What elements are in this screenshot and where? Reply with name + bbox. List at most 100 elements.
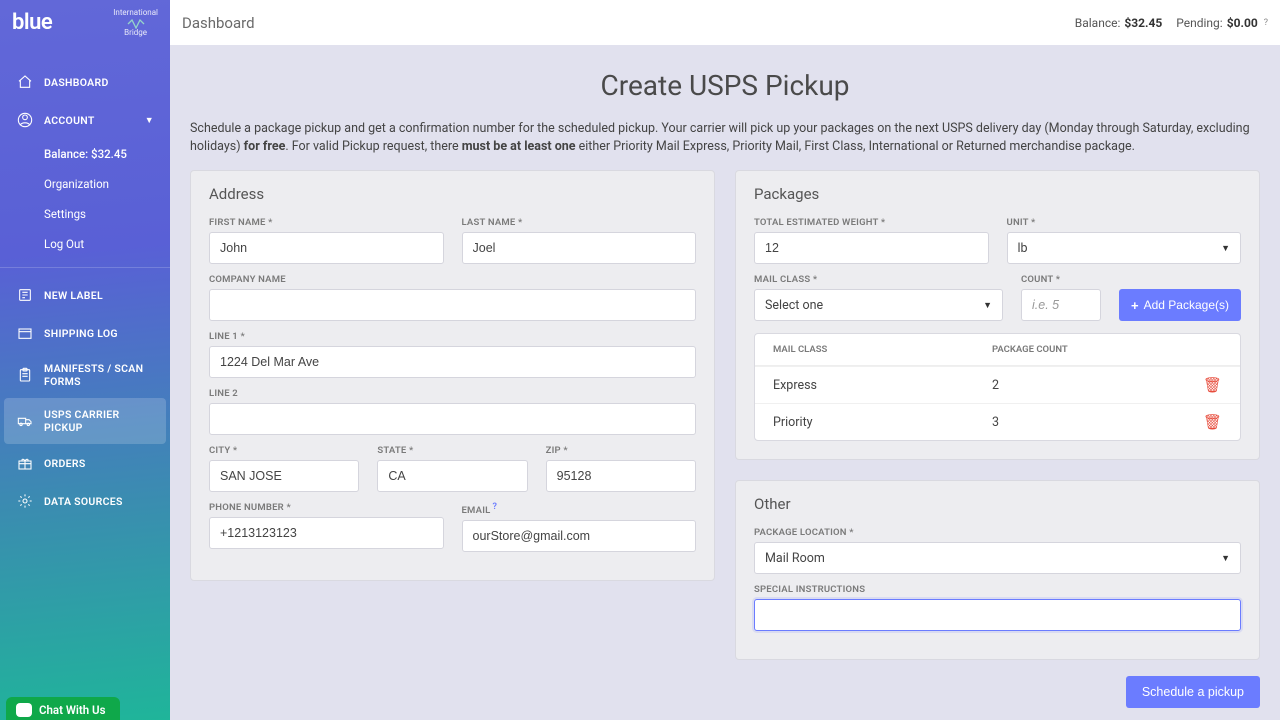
nav-new-label-text: NEW LABEL xyxy=(44,289,103,302)
address-title: Address xyxy=(209,185,696,203)
nav-balance[interactable]: Balance: $32.45 xyxy=(0,139,170,169)
truck-icon xyxy=(16,412,34,430)
clipboard-icon xyxy=(16,366,34,384)
last-name-label: LAST NAME * xyxy=(462,217,697,228)
chat-label: Chat With Us xyxy=(39,703,106,717)
mail-class-select[interactable]: Select one▼ xyxy=(754,289,1003,321)
nav-account-label: ACCOUNT xyxy=(44,114,95,127)
unit-label: UNIT * xyxy=(1007,217,1242,228)
first-name-input[interactable] xyxy=(209,232,444,264)
company-input[interactable] xyxy=(209,289,696,321)
other-card: Other PACKAGE LOCATION * Mail Room▼ SPEC… xyxy=(735,480,1260,660)
topbar: Dashboard Balance: $32.45 Pending: $0.00… xyxy=(170,0,1280,45)
nav: DASHBOARD ACCOUNT ▼ Balance: $32.45 Orga… xyxy=(0,45,170,520)
email-input[interactable] xyxy=(462,520,697,552)
line2-label: LINE 2 xyxy=(209,388,696,399)
city-input[interactable] xyxy=(209,460,359,492)
sidebar: blue International Bridge DASHBOARD ACCO… xyxy=(0,0,170,720)
package-row: Express 2 🗑 xyxy=(755,366,1240,403)
count-input[interactable] xyxy=(1021,289,1101,321)
nav-organization[interactable]: Organization xyxy=(0,169,170,199)
unit-select[interactable]: lb▼ xyxy=(1007,232,1242,264)
brand-badge-bottom: Bridge xyxy=(124,29,147,37)
weight-label: TOTAL ESTIMATED WEIGHT * xyxy=(754,217,989,228)
row-count: 3 xyxy=(992,415,1192,430)
chevron-down-icon: ▼ xyxy=(1221,553,1230,564)
nav-usps-pickup-text: USPS CARRIER PICKUP xyxy=(44,408,154,434)
nav-manifests-text: MANIFESTS / SCAN FORMS xyxy=(44,362,154,388)
brand-badge: International Bridge xyxy=(113,9,158,37)
chevron-down-icon: ▼ xyxy=(983,300,992,311)
main-content: Create USPS Pickup Schedule a package pi… xyxy=(170,45,1280,720)
nav-dashboard-label: DASHBOARD xyxy=(44,76,109,89)
instructions-label: SPECIAL INSTRUCTIONS xyxy=(754,584,1241,595)
page-description: Schedule a package pickup and get a conf… xyxy=(190,120,1260,156)
nav-shipping-log[interactable]: SHIPPING LOG xyxy=(0,314,170,352)
nav-new-label[interactable]: NEW LABEL xyxy=(0,276,170,314)
nav-orders-text: ORDERS xyxy=(44,457,86,470)
nav-settings[interactable]: Settings xyxy=(0,199,170,229)
email-label: EMAIL? xyxy=(462,502,697,516)
row-class: Express xyxy=(773,378,992,393)
other-title: Other xyxy=(754,495,1241,513)
packages-title: Packages xyxy=(754,185,1241,203)
nav-dashboard[interactable]: DASHBOARD xyxy=(0,63,170,101)
page-breadcrumb: Dashboard xyxy=(182,14,255,32)
row-count: 2 xyxy=(992,378,1192,393)
zip-input[interactable] xyxy=(546,460,696,492)
nav-data-sources[interactable]: DATA SOURCES xyxy=(0,482,170,520)
page-title: Create USPS Pickup xyxy=(190,69,1260,102)
location-select[interactable]: Mail Room▼ xyxy=(754,542,1241,574)
gift-icon xyxy=(16,454,34,472)
packages-table-head: MAIL CLASS PACKAGE COUNT xyxy=(755,334,1240,366)
company-label: COMPANY NAME xyxy=(209,274,696,285)
gear-icon xyxy=(16,492,34,510)
user-icon xyxy=(16,111,34,129)
nav-orders[interactable]: ORDERS xyxy=(0,444,170,482)
trash-icon[interactable]: 🗑 xyxy=(1203,376,1222,394)
chevron-down-icon: ▼ xyxy=(1221,243,1230,254)
help-icon[interactable]: ? xyxy=(492,502,497,512)
city-label: CITY * xyxy=(209,445,359,456)
add-package-button[interactable]: +Add Package(s) xyxy=(1119,289,1241,321)
zip-label: ZIP * xyxy=(546,445,696,456)
chat-button[interactable]: Chat With Us xyxy=(6,697,120,720)
address-card: Address FIRST NAME * LAST NAME * COMPANY… xyxy=(190,170,715,581)
trash-icon[interactable]: 🗑 xyxy=(1203,413,1222,431)
state-label: STATE * xyxy=(377,445,527,456)
plus-icon: + xyxy=(1131,298,1139,313)
last-name-input[interactable] xyxy=(462,232,697,264)
schedule-pickup-button[interactable]: Schedule a pickup xyxy=(1126,676,1260,708)
nav-account[interactable]: ACCOUNT ▼ xyxy=(0,101,170,139)
help-icon[interactable]: ? xyxy=(1264,18,1268,28)
box-icon xyxy=(16,324,34,342)
mail-class-label: MAIL CLASS * xyxy=(754,274,1003,285)
nav-data-sources-text: DATA SOURCES xyxy=(44,495,123,508)
count-label: COUNT * xyxy=(1021,274,1101,285)
col-package-count: PACKAGE COUNT xyxy=(992,344,1192,355)
phone-label: PHONE NUMBER * xyxy=(209,502,444,513)
line2-input[interactable] xyxy=(209,403,696,435)
brand-badge-top: International xyxy=(113,9,158,17)
nav-divider xyxy=(0,267,170,268)
packages-table: MAIL CLASS PACKAGE COUNT Express 2 🗑 Pri… xyxy=(754,333,1241,441)
caret-down-icon: ▼ xyxy=(145,115,154,126)
row-class: Priority xyxy=(773,415,992,430)
first-name-label: FIRST NAME * xyxy=(209,217,444,228)
package-row: Priority 3 🗑 xyxy=(755,403,1240,440)
line1-input[interactable] xyxy=(209,346,696,378)
weight-input[interactable] xyxy=(754,232,989,264)
label-icon xyxy=(16,286,34,304)
nav-manifests[interactable]: MANIFESTS / SCAN FORMS xyxy=(0,352,170,398)
brand-logo: blue xyxy=(12,10,52,35)
phone-input[interactable] xyxy=(209,517,444,549)
instructions-input[interactable] xyxy=(754,599,1241,631)
chat-bubble-icon xyxy=(16,703,32,717)
nav-logout[interactable]: Log Out xyxy=(0,229,170,259)
packages-card: Packages TOTAL ESTIMATED WEIGHT * UNIT *… xyxy=(735,170,1260,460)
sidebar-header: blue International Bridge xyxy=(0,0,170,45)
col-mail-class: MAIL CLASS xyxy=(773,344,992,355)
nav-usps-pickup[interactable]: USPS CARRIER PICKUP xyxy=(4,398,166,444)
state-input[interactable] xyxy=(377,460,527,492)
line1-label: LINE 1 * xyxy=(209,331,696,342)
